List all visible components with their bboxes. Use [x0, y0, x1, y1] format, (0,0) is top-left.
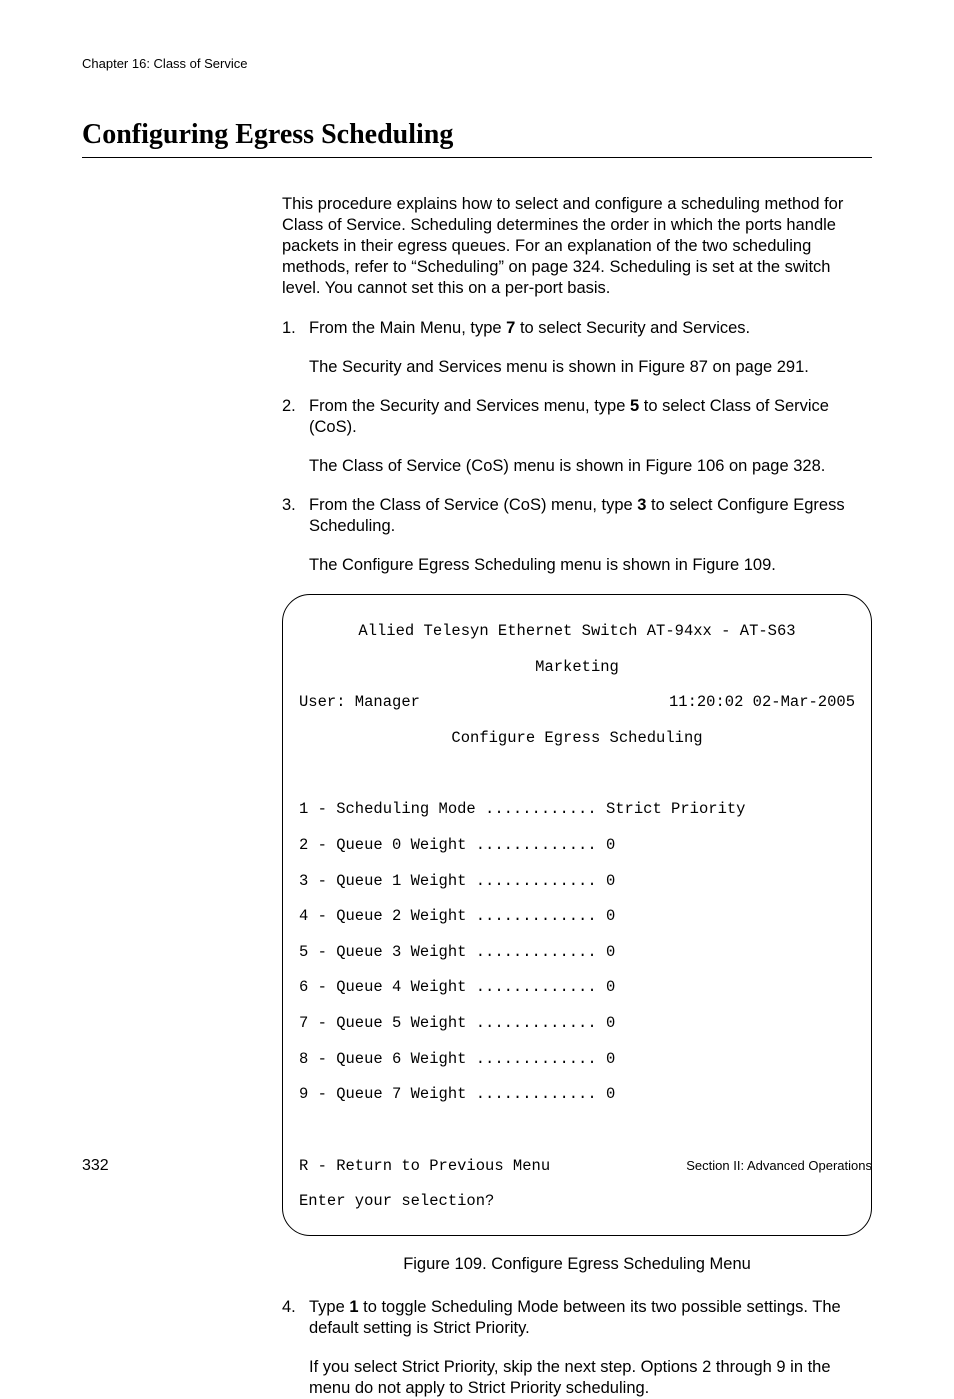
menu-option: 7 - Queue 5 Weight ............. 0: [299, 1015, 855, 1033]
page-footer: 332 Section II: Advanced Operations: [82, 1157, 872, 1175]
title-rule: [82, 157, 872, 158]
menu-option: 2 - Queue 0 Weight ............. 0: [299, 837, 855, 855]
text-run: to select Security and Services.: [515, 319, 750, 337]
menu-option: 8 - Queue 6 Weight ............. 0: [299, 1051, 855, 1069]
figure-caption: Figure 109. Configure Egress Scheduling …: [282, 1254, 872, 1275]
terminal-timestamp: 11:20:02 02-Mar-2005: [669, 694, 855, 712]
step-text: Type 1 to toggle Scheduling Mode between…: [309, 1297, 872, 1339]
step-number: 4.: [282, 1297, 309, 1339]
step-number: 2.: [282, 396, 309, 438]
bold-key: 1: [349, 1298, 358, 1316]
bold-key: 5: [630, 397, 639, 415]
menu-option: 1 - Scheduling Mode ............ Strict …: [299, 801, 855, 819]
step-4-sub: If you select Strict Priority, skip the …: [309, 1357, 872, 1399]
step-number: 1.: [282, 318, 309, 339]
step-3-sub: The Configure Egress Scheduling menu is …: [309, 555, 872, 576]
terminal-menu-title: Configure Egress Scheduling: [299, 730, 855, 748]
menu-option: 4 - Queue 2 Weight ............. 0: [299, 908, 855, 926]
menu-option: 6 - Queue 4 Weight ............. 0: [299, 979, 855, 997]
menu-option: 5 - Queue 3 Weight ............. 0: [299, 944, 855, 962]
step-number: 3.: [282, 495, 309, 537]
blank-line: [299, 766, 855, 784]
text-run: From the Main Menu, type: [309, 319, 506, 337]
terminal-user: User: Manager: [299, 694, 420, 712]
menu-option: 9 - Queue 7 Weight ............. 0: [299, 1086, 855, 1104]
menu-option: 3 - Queue 1 Weight ............. 0: [299, 873, 855, 891]
bold-key: 7: [506, 319, 515, 337]
text-run: From the Security and Services menu, typ…: [309, 397, 630, 415]
step-4: 4. Type 1 to toggle Scheduling Mode betw…: [282, 1297, 872, 1339]
blank-line: [299, 1122, 855, 1140]
chapter-header: Chapter 16: Class of Service: [82, 56, 872, 71]
terminal-title: Allied Telesyn Ethernet Switch AT-94xx -…: [299, 623, 855, 641]
section-label: Section II: Advanced Operations: [686, 1158, 872, 1173]
terminal-subtitle: Marketing: [299, 659, 855, 677]
text-run: Type: [309, 1298, 349, 1316]
page-number: 332: [82, 1157, 109, 1175]
step-3: 3. From the Class of Service (CoS) menu,…: [282, 495, 872, 537]
step-text: From the Security and Services menu, typ…: [309, 396, 872, 438]
step-1: 1. From the Main Menu, type 7 to select …: [282, 318, 872, 339]
step-text: From the Main Menu, type 7 to select Sec…: [309, 318, 872, 339]
step-text: From the Class of Service (CoS) menu, ty…: [309, 495, 872, 537]
step-1-sub: The Security and Services menu is shown …: [309, 357, 872, 378]
terminal-menu: Allied Telesyn Ethernet Switch AT-94xx -…: [282, 594, 872, 1235]
step-2: 2. From the Security and Services menu, …: [282, 396, 872, 438]
menu-prompt: Enter your selection?: [299, 1193, 855, 1211]
intro-paragraph: This procedure explains how to select an…: [282, 194, 872, 300]
text-run: to toggle Scheduling Mode between its tw…: [309, 1298, 841, 1337]
page-title: Configuring Egress Scheduling: [82, 119, 872, 151]
step-2-sub: The Class of Service (CoS) menu is shown…: [309, 456, 872, 477]
text-run: From the Class of Service (CoS) menu, ty…: [309, 496, 637, 514]
